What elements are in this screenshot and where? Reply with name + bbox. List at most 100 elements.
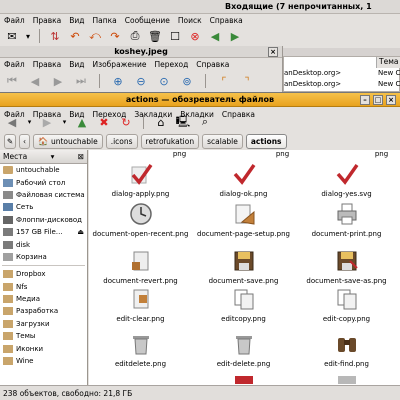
back-icon[interactable]: ◀ [4, 114, 20, 130]
previous-icon[interactable]: ◀ [207, 28, 223, 44]
close-icon[interactable]: × [268, 47, 278, 57]
path-toggle-icon[interactable]: ✎ [4, 133, 16, 149]
menu-edit[interactable]: Правка [33, 16, 62, 25]
mail-row[interactable]: anDesktop.org> New C [284, 80, 400, 91]
sidebar-bookmark[interactable]: Медиа [0, 293, 87, 305]
next-image-icon[interactable]: ▶ [50, 73, 66, 89]
sidebar-header[interactable]: Места ▾ ⊠ [0, 150, 87, 164]
back-dropdown-icon[interactable]: ▾ [26, 114, 33, 130]
file-item[interactable]: document-page-setup.png [192, 200, 295, 239]
sidebar-item-filesystem[interactable]: Файловая система [0, 189, 87, 201]
new-message-icon[interactable]: ✉ [4, 28, 20, 44]
zoom-in-icon[interactable]: ⊕ [110, 73, 126, 89]
file-item[interactable]: dialog-apply.png [89, 160, 192, 199]
path-button-home[interactable]: 🏠 untouchable [33, 133, 103, 149]
menu-message[interactable]: Сообщение [125, 16, 170, 25]
forward-icon[interactable]: ▶ [39, 114, 55, 130]
sidebar-item-network[interactable]: Сеть [0, 201, 87, 213]
reply-all-icon[interactable]: ⤺ [87, 28, 103, 44]
menu-go[interactable]: Переход [154, 60, 188, 69]
maximize-icon[interactable]: □ [373, 95, 383, 105]
sidebar-item-trash[interactable]: Корзина [0, 251, 87, 263]
zoom-out-icon[interactable]: ⊖ [133, 73, 149, 89]
sidebar-bookmark[interactable]: Загрузки [0, 318, 87, 330]
sidebar-item-desktop[interactable]: Рабочий стол [0, 176, 87, 188]
forward-icon[interactable]: ↷ [107, 28, 123, 44]
menu-folder[interactable]: Папка [93, 16, 117, 25]
mail-window-titlebar[interactable]: Входящие (7 непрочитанных, 1 [0, 0, 400, 14]
sidebar-bookmark[interactable]: Nfs [0, 281, 87, 293]
file-item[interactable]: document-print.png [295, 200, 398, 239]
menu-view[interactable]: Вид [69, 60, 84, 69]
file-item[interactable]: dialog-ok.png [192, 160, 295, 199]
menu-edit[interactable]: Правка [33, 60, 62, 69]
sidebar-bookmark[interactable]: Dropbox [0, 268, 87, 280]
sidebar-item-home[interactable]: untouchable [0, 164, 87, 176]
rotate-right-icon[interactable]: ⌝ [239, 73, 255, 89]
file-item-partial[interactable] [295, 376, 398, 384]
file-item[interactable]: edit-clear.png [89, 285, 192, 324]
file-item[interactable]: dialog-yes.svg [295, 160, 398, 199]
reply-icon[interactable]: ↶ [67, 28, 83, 44]
file-item[interactable]: editcopy.png [192, 285, 295, 324]
stop-icon[interactable]: ✖ [96, 114, 112, 130]
sidebar-bookmark[interactable]: Темы [0, 330, 87, 342]
next-icon[interactable]: ▶ [227, 28, 243, 44]
file-manager-titlebar[interactable]: actions — обозреватель файлов – □ × [0, 93, 400, 107]
path-button[interactable]: retrofukation [140, 133, 200, 149]
zoom-normal-icon[interactable]: ⊙ [156, 73, 172, 89]
close-icon[interactable]: × [386, 95, 396, 105]
menu-help[interactable]: Справка [196, 60, 229, 69]
close-icon[interactable]: ⊠ [78, 152, 84, 161]
zoom-fit-icon[interactable]: ⊚ [179, 73, 195, 89]
send-receive-icon[interactable]: ⇅ [47, 28, 63, 44]
previous-image-icon[interactable]: ◀ [27, 73, 43, 89]
file-item[interactable]: edit-find.png [295, 330, 398, 369]
file-item-partial[interactable] [192, 376, 295, 384]
eject-icon[interactable]: ⏏ [77, 228, 84, 236]
last-image-icon[interactable]: ⏭ [73, 73, 89, 89]
file-item[interactable]: document-revert.png [89, 247, 192, 286]
cancel-icon[interactable]: ⊗ [187, 28, 203, 44]
rotate-left-icon[interactable]: ⌜ [216, 73, 232, 89]
path-left-arrow-icon[interactable]: ‹ [19, 133, 30, 149]
print-icon[interactable]: ⎙ [127, 28, 143, 44]
sidebar-item-volume[interactable]: 157 GB File… ⏏ [0, 226, 87, 238]
junk-icon[interactable]: ☐ [167, 28, 183, 44]
file-item[interactable]: edit-copy.png [295, 285, 398, 324]
search-icon[interactable]: ⌕ [197, 114, 213, 130]
file-item[interactable]: document-open-recent.png [89, 200, 192, 239]
sidebar-bookmark[interactable]: Разработка [0, 305, 87, 317]
dropdown-arrow-icon[interactable]: ▾ [24, 28, 32, 44]
up-icon[interactable]: ▲ [74, 114, 90, 130]
file-item[interactable]: edit-delete.png [192, 330, 295, 369]
menu-image[interactable]: Изображение [93, 60, 147, 69]
sidebar-item-disk[interactable]: disk [0, 238, 87, 250]
menu-file[interactable]: Файл [4, 16, 25, 25]
file-item[interactable]: png [192, 150, 295, 159]
forward-dropdown-icon[interactable]: ▾ [61, 114, 68, 130]
first-image-icon[interactable]: ⏮ [4, 73, 20, 89]
path-button[interactable]: .icons [105, 133, 138, 149]
file-item[interactable]: editdelete.png [89, 330, 192, 369]
sidebar-bookmark[interactable]: Wine [0, 355, 87, 367]
menu-help[interactable]: Справка [210, 16, 243, 25]
path-button-current[interactable]: actions [245, 133, 287, 149]
image-viewer-titlebar[interactable]: koshey.jpeg × [0, 46, 282, 58]
minimize-icon[interactable]: – [360, 95, 370, 105]
mail-row[interactable]: anDesktop.org> New C [284, 69, 400, 80]
sidebar-item-floppy[interactable]: Флоппи-дисковод [0, 214, 87, 226]
home-icon[interactable]: ⌂ [153, 114, 169, 130]
file-item[interactable]: png [295, 150, 398, 159]
menu-view[interactable]: Вид [69, 16, 84, 25]
file-item[interactable]: document-save.png [192, 247, 295, 286]
delete-icon[interactable]: 🗑 [147, 28, 163, 44]
sidebar-bookmark[interactable]: Иконки [0, 342, 87, 354]
menu-file[interactable]: Файл [4, 60, 25, 69]
menu-search[interactable]: Поиск [178, 16, 202, 25]
reload-icon[interactable]: ↻ [118, 114, 134, 130]
path-button[interactable]: scalable [202, 133, 243, 149]
file-item[interactable]: document-save-as.png [295, 247, 398, 286]
file-item[interactable]: png [89, 150, 192, 159]
computer-icon[interactable]: 🖳 [175, 114, 191, 130]
